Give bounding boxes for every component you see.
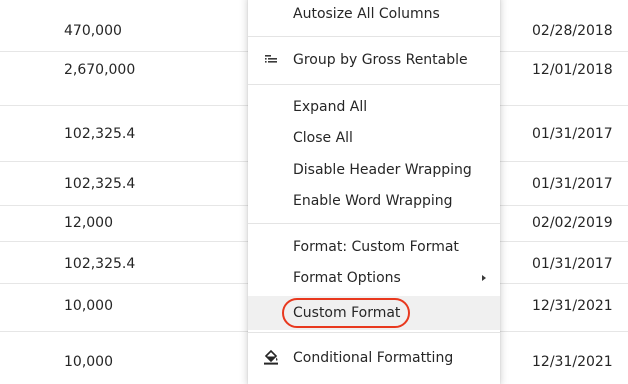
- caret-right-icon: [482, 275, 486, 281]
- menu-divider: [248, 36, 500, 37]
- menu-item-label: Group by Gross Rentable: [293, 52, 468, 68]
- gross-rentable-cell[interactable]: 10,000: [64, 298, 113, 314]
- gross-rentable-cell[interactable]: 102,325.4: [64, 176, 135, 192]
- menu-item-group-by[interactable]: Group by Gross Rentable: [248, 46, 500, 74]
- menu-item-disable-header-wrapping[interactable]: Disable Header Wrapping: [248, 156, 500, 184]
- menu-item-label: Close All: [293, 130, 353, 146]
- menu-item-expand-all[interactable]: Expand All: [248, 93, 500, 121]
- menu-divider: [248, 223, 500, 224]
- date-cell[interactable]: 12/31/2021: [532, 298, 613, 314]
- menu-item-label: Enable Word Wrapping: [293, 193, 453, 209]
- gross-rentable-cell[interactable]: 10,000: [64, 354, 113, 370]
- menu-item-format-options[interactable]: Format Options: [248, 264, 500, 292]
- group-rows-icon: [262, 46, 280, 75]
- menu-item-label: Format Options: [293, 270, 401, 286]
- paint-bucket-icon: [262, 344, 280, 375]
- menu-item-label: Expand All: [293, 99, 368, 115]
- gross-rentable-cell[interactable]: 470,000: [64, 23, 122, 39]
- menu-item-label: Conditional Formatting: [293, 350, 454, 366]
- menu-item-format-custom-format[interactable]: Format: Custom Format: [248, 233, 500, 261]
- date-cell[interactable]: 02/28/2018: [532, 23, 613, 39]
- focus-highlight-ring: [282, 298, 410, 328]
- gross-rentable-cell[interactable]: 102,325.4: [64, 126, 135, 142]
- menu-item-label: Disable Header Wrapping: [293, 162, 472, 178]
- date-cell[interactable]: 01/31/2017: [532, 126, 613, 142]
- menu-item-label: Format: Custom Format: [293, 239, 459, 255]
- date-cell[interactable]: 01/31/2017: [532, 256, 613, 272]
- column-context-menu: Autosize All Columns Group by Gross Rent…: [248, 0, 500, 384]
- gross-rentable-cell[interactable]: 12,000: [64, 215, 113, 231]
- gross-rentable-cell[interactable]: 2,670,000: [64, 62, 135, 78]
- menu-divider: [248, 84, 500, 85]
- date-cell[interactable]: 12/01/2018: [532, 62, 613, 78]
- menu-item-custom-format[interactable]: Custom Format: [248, 296, 500, 330]
- menu-divider: [248, 332, 500, 333]
- menu-item-enable-word-wrapping[interactable]: Enable Word Wrapping: [248, 187, 500, 215]
- menu-item-autosize-all-columns[interactable]: Autosize All Columns: [248, 0, 500, 28]
- menu-item-conditional-formatting[interactable]: Conditional Formatting: [248, 344, 500, 372]
- date-cell[interactable]: 12/31/2021: [532, 354, 613, 370]
- menu-item-close-all[interactable]: Close All: [248, 124, 500, 152]
- date-cell[interactable]: 02/02/2019: [532, 215, 613, 231]
- menu-item-label: Autosize All Columns: [293, 6, 440, 22]
- gross-rentable-cell[interactable]: 102,325.4: [64, 256, 135, 272]
- date-cell[interactable]: 01/31/2017: [532, 176, 613, 192]
